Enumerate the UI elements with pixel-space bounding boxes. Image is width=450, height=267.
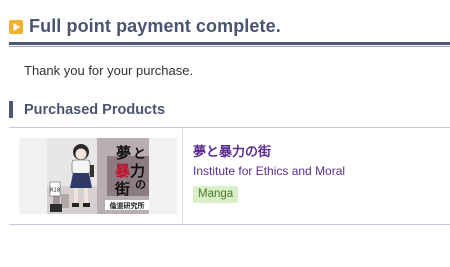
product-list-top-border bbox=[9, 127, 450, 128]
thank-you-message: Thank you for your purchase. bbox=[24, 63, 194, 78]
header-divider bbox=[9, 42, 450, 45]
purchased-products-heading: Purchased Products bbox=[9, 101, 165, 118]
cover-title-char: の bbox=[135, 178, 146, 191]
rating-tag: R18 bbox=[50, 188, 60, 194]
header-divider-thin bbox=[9, 46, 450, 47]
product-list-bottom-border bbox=[9, 224, 450, 225]
section-title: Purchased Products bbox=[24, 101, 166, 118]
page-header: Full point payment complete. bbox=[9, 16, 450, 37]
play-icon bbox=[9, 19, 23, 34]
product-circle-link[interactable]: Institute for Ethics and Moral bbox=[193, 164, 345, 178]
section-marker bbox=[9, 101, 13, 118]
cover-title-char: と bbox=[133, 147, 146, 162]
page-title: Full point payment complete. bbox=[29, 16, 281, 36]
category-badge: Manga bbox=[193, 186, 239, 203]
product-thumbnail[interactable]: R18 夢 と 暴 力 の 街 倫道研究所 bbox=[47, 138, 149, 214]
cover-title-char: 夢 bbox=[116, 144, 131, 162]
cover-title-char: 街 bbox=[114, 180, 130, 198]
product-thumbnail-frame[interactable]: R18 夢 と 暴 力 の 街 倫道研究所 bbox=[19, 138, 177, 214]
product-title-link[interactable]: 夢と暴力の街 bbox=[193, 141, 271, 160]
cover-publisher: 倫道研究所 bbox=[110, 201, 145, 210]
product-column-divider bbox=[182, 128, 183, 224]
cover-title-char: 暴 bbox=[115, 162, 131, 180]
